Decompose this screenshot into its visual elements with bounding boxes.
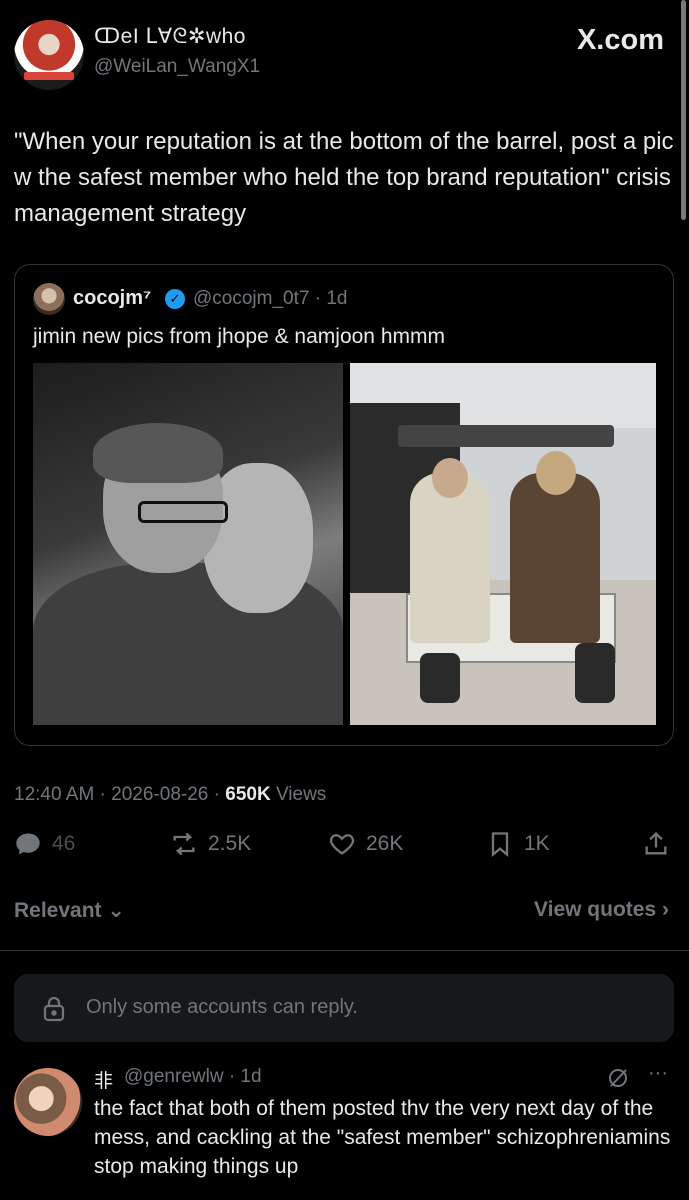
reply-count: 46 (52, 832, 76, 855)
reply-author-avatar[interactable] (14, 1068, 82, 1136)
repost-count: 2.5K (208, 832, 252, 855)
reply-author-name[interactable]: 非 (94, 1066, 113, 1093)
like-button[interactable]: 26K (328, 830, 403, 858)
quoted-photo-2[interactable] (350, 363, 656, 725)
like-icon (329, 834, 355, 855)
reply-author-handle[interactable]: @genrewlw · 1d (124, 1066, 262, 1088)
quoted-author-avatar (33, 283, 65, 315)
author-display-name[interactable]: ↀeI ᒪ∀ᘓ✲who (94, 24, 246, 49)
post-timestamp[interactable]: 12:40 AM · 2026-08-26 · (14, 784, 225, 805)
views-count: 650K (225, 784, 271, 805)
post-text: "When your reputation is at the bottom o… (14, 128, 674, 227)
views-label: Views (270, 784, 327, 805)
quoted-post-text: jimin new pics from jhope & namjoon hmmm (33, 325, 445, 348)
bookmark-button[interactable]: 1K (486, 830, 550, 858)
reply-restriction-text: Only some accounts can reply. (86, 996, 358, 1018)
divider (0, 950, 689, 951)
site-label: X.com (576, 24, 664, 56)
quoted-author-handle: @cocojm_0t7 · 1d (193, 288, 348, 309)
reply-restriction-notice: Only some accounts can reply. (14, 974, 674, 1042)
author-handle[interactable]: @WeiLan_WangX1 (94, 56, 260, 78)
quoted-post[interactable]: cocojm⁷ ✓ @cocojm_0t7 · 1d jimin new pic… (14, 264, 674, 746)
scrollbar[interactable] (681, 0, 686, 220)
action-bar: 46 2.5K 26K 1K (14, 830, 674, 866)
bookmark-icon (491, 832, 509, 857)
sort-dropdown[interactable]: Relevant ⌄ (14, 898, 125, 923)
more-icon[interactable]: ··· (648, 1062, 668, 1085)
post-meta: 12:40 AM · 2026-08-26 · 650K Views (14, 784, 326, 806)
quoted-photo-1[interactable] (33, 363, 343, 725)
lock-icon (43, 996, 65, 1022)
share-button[interactable] (642, 830, 680, 858)
view-quotes-label: View quotes (534, 898, 657, 921)
share-icon (645, 831, 667, 855)
bookmark-count: 1K (524, 832, 550, 855)
reply-button[interactable]: 46 (14, 830, 75, 858)
chevron-down-icon: ⌄ (107, 899, 125, 922)
like-count: 26K (366, 832, 404, 855)
reply-icon (16, 833, 40, 855)
verified-icon: ✓ (165, 289, 185, 309)
author-avatar[interactable] (14, 20, 84, 90)
quoted-author-name: cocojm⁷ (73, 287, 152, 309)
view-quotes-link[interactable]: View quotes › (534, 898, 669, 922)
chevron-right-icon: › (662, 898, 669, 921)
reply-text: the fact that both of them posted thv th… (94, 1097, 671, 1178)
post-header: ↀeI ᒪ∀ᘓ✲who @WeiLan_WangX1 X.com (14, 18, 664, 90)
grok-icon[interactable] (606, 1066, 630, 1090)
repost-button[interactable]: 2.5K (170, 830, 251, 858)
sort-label: Relevant (14, 899, 102, 922)
repost-icon (173, 832, 195, 856)
